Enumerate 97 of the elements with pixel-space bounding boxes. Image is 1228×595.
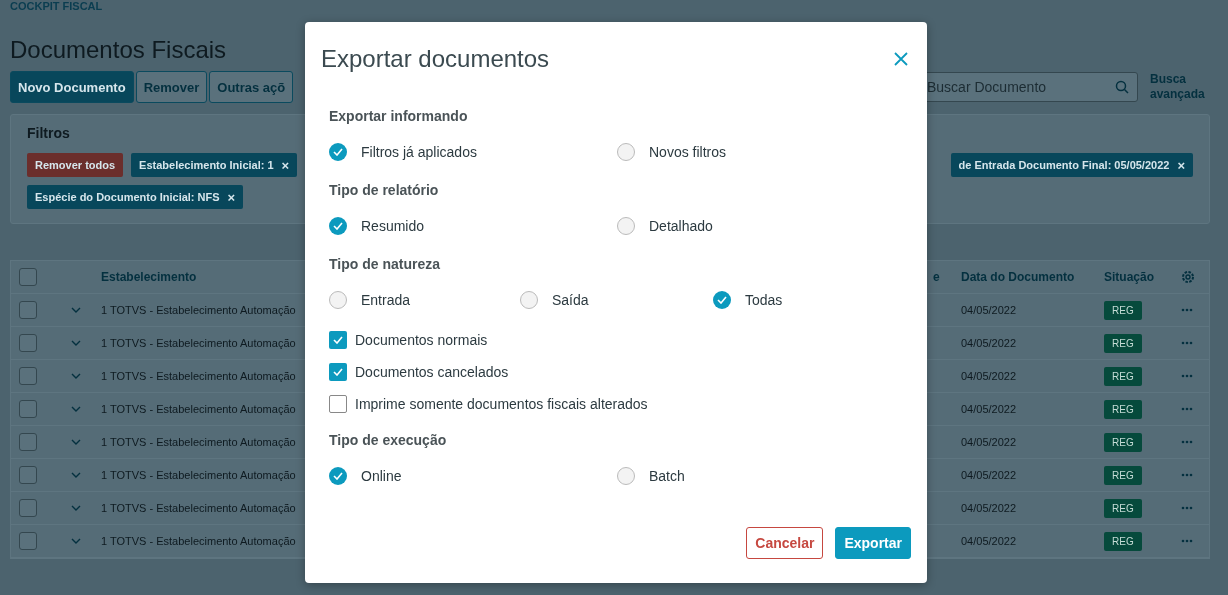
table-cell: 04/05/2022	[961, 403, 1017, 415]
chevron-down-icon[interactable]	[71, 505, 81, 511]
table-cell: 1 TOTVS - Estabelecimento Automação	[101, 304, 296, 316]
table-cell: 04/05/2022	[961, 304, 1017, 316]
section-label: Tipo de relatório	[329, 181, 439, 200]
search-icon[interactable]	[1115, 80, 1129, 94]
status-badge: REG	[1104, 399, 1142, 419]
check-icon	[333, 336, 343, 344]
checkbox[interactable]	[329, 331, 347, 349]
filter-chip[interactable]: de Entrada Documento Final: 05/05/2022 ×	[950, 153, 1193, 177]
chevron-down-icon[interactable]	[71, 340, 81, 346]
table-cell: 1 TOTVS - Estabelecimento Automação	[101, 502, 296, 514]
row-checkbox[interactable]	[19, 433, 37, 451]
radio-label[interactable]: Filtros já aplicados	[361, 144, 477, 160]
radio-label[interactable]: Entrada	[361, 292, 411, 308]
radio-button[interactable]	[329, 217, 347, 235]
more-icon[interactable]	[1181, 407, 1193, 411]
filters-title: Filtros	[27, 125, 70, 141]
status-badge: REG	[1104, 366, 1142, 386]
chevron-down-icon[interactable]	[71, 406, 81, 412]
status-badge: REG	[1104, 465, 1142, 485]
more-icon[interactable]	[1181, 440, 1193, 444]
table-cell: 1 TOTVS - Estabelecimento Automação	[101, 436, 296, 448]
status-badge: REG	[1104, 498, 1142, 518]
chevron-down-icon[interactable]	[71, 439, 81, 445]
settings-icon[interactable]	[1181, 270, 1195, 284]
page-title: Documentos Fiscais	[10, 36, 227, 64]
table-cell: 04/05/2022	[961, 469, 1017, 481]
radio-label[interactable]: Saída	[552, 292, 589, 308]
table-cell: 04/05/2022	[961, 502, 1017, 514]
radio-button[interactable]	[329, 467, 347, 485]
chevron-down-icon[interactable]	[71, 307, 81, 313]
check-icon	[333, 368, 343, 376]
row-checkbox[interactable]	[19, 466, 37, 484]
more-icon[interactable]	[1181, 506, 1193, 510]
filter-chip[interactable]: Estabelecimento Inicial: 1 ×	[131, 153, 298, 177]
chevron-down-icon[interactable]	[71, 472, 81, 478]
more-icon[interactable]	[1181, 341, 1193, 345]
table-cell: 04/05/2022	[961, 436, 1017, 448]
row-checkbox[interactable]	[19, 367, 37, 385]
table-cell: 1 TOTVS - Estabelecimento Automação	[101, 535, 296, 547]
status-badge: REG	[1104, 432, 1142, 452]
row-checkbox[interactable]	[19, 301, 37, 319]
table-cell: 04/05/2022	[961, 337, 1017, 349]
table-cell: 1 TOTVS - Estabelecimento Automação	[101, 370, 296, 382]
section-label: Exportar informando	[329, 107, 468, 126]
dialog-title: Exportar documentos	[321, 45, 550, 73]
radio-label[interactable]: Todas	[745, 292, 783, 308]
table-cell: 04/05/2022	[961, 370, 1017, 382]
remove-chip-icon[interactable]: ×	[281, 157, 290, 173]
more-icon[interactable]	[1181, 539, 1193, 543]
more-icon[interactable]	[1181, 308, 1193, 312]
radio-button[interactable]	[617, 143, 635, 161]
action-button[interactable]: Novo Documento	[10, 71, 134, 103]
table-cell: 04/05/2022	[961, 535, 1017, 547]
select-all-checkbox[interactable]	[19, 268, 37, 286]
more-icon[interactable]	[1181, 473, 1193, 477]
radio-label[interactable]: Online	[361, 468, 402, 484]
more-icon[interactable]	[1181, 374, 1193, 378]
table-cell: 1 TOTVS - Estabelecimento Automação	[101, 403, 296, 415]
check-icon	[333, 222, 343, 230]
row-checkbox[interactable]	[19, 532, 37, 550]
checkbox-label[interactable]: Documentos cancelados	[355, 364, 509, 380]
row-checkbox[interactable]	[19, 400, 37, 418]
radio-label[interactable]: Batch	[649, 468, 685, 484]
radio-button[interactable]	[329, 291, 347, 309]
radio-button[interactable]	[329, 143, 347, 161]
status-badge: REG	[1104, 300, 1142, 320]
radio-label[interactable]: Resumido	[361, 218, 425, 234]
radio-button[interactable]	[617, 467, 635, 485]
radio-button[interactable]	[617, 217, 635, 235]
remove-chip-icon[interactable]: ×	[1177, 157, 1185, 173]
remove-all-chip[interactable]: Remover todos	[27, 153, 124, 177]
row-checkbox[interactable]	[19, 499, 37, 517]
section-label: Tipo de natureza	[329, 255, 440, 274]
row-checkbox[interactable]	[19, 334, 37, 352]
table-cell: 1 TOTVS - Estabelecimento Automação	[101, 337, 296, 349]
radio-label[interactable]: Novos filtros	[649, 144, 727, 160]
checkbox-label[interactable]: Imprime somente documentos fiscais alterados	[355, 396, 648, 412]
status-badge: REG	[1104, 531, 1142, 551]
checkbox[interactable]	[329, 363, 347, 381]
radio-label[interactable]: Detalhado	[649, 218, 713, 234]
filter-chip[interactable]: Espécie do Documento Inicial: NFS ×	[27, 185, 244, 209]
section-label: Tipo de execução	[329, 431, 447, 450]
checkbox[interactable]	[329, 395, 347, 413]
remove-chip-icon[interactable]: ×	[227, 189, 236, 205]
check-icon	[333, 148, 343, 156]
check-icon	[717, 296, 727, 304]
chevron-down-icon[interactable]	[71, 373, 81, 379]
cancel-button[interactable]: Cancelar	[746, 527, 824, 559]
checkbox-label[interactable]: Documentos normais	[355, 332, 488, 348]
status-badge: REG	[1104, 333, 1142, 353]
table-cell: 1 TOTVS - Estabelecimento Automação	[101, 469, 296, 481]
radio-button[interactable]	[713, 291, 731, 309]
check-icon	[333, 472, 343, 480]
radio-button[interactable]	[520, 291, 538, 309]
chevron-down-icon[interactable]	[71, 538, 81, 544]
